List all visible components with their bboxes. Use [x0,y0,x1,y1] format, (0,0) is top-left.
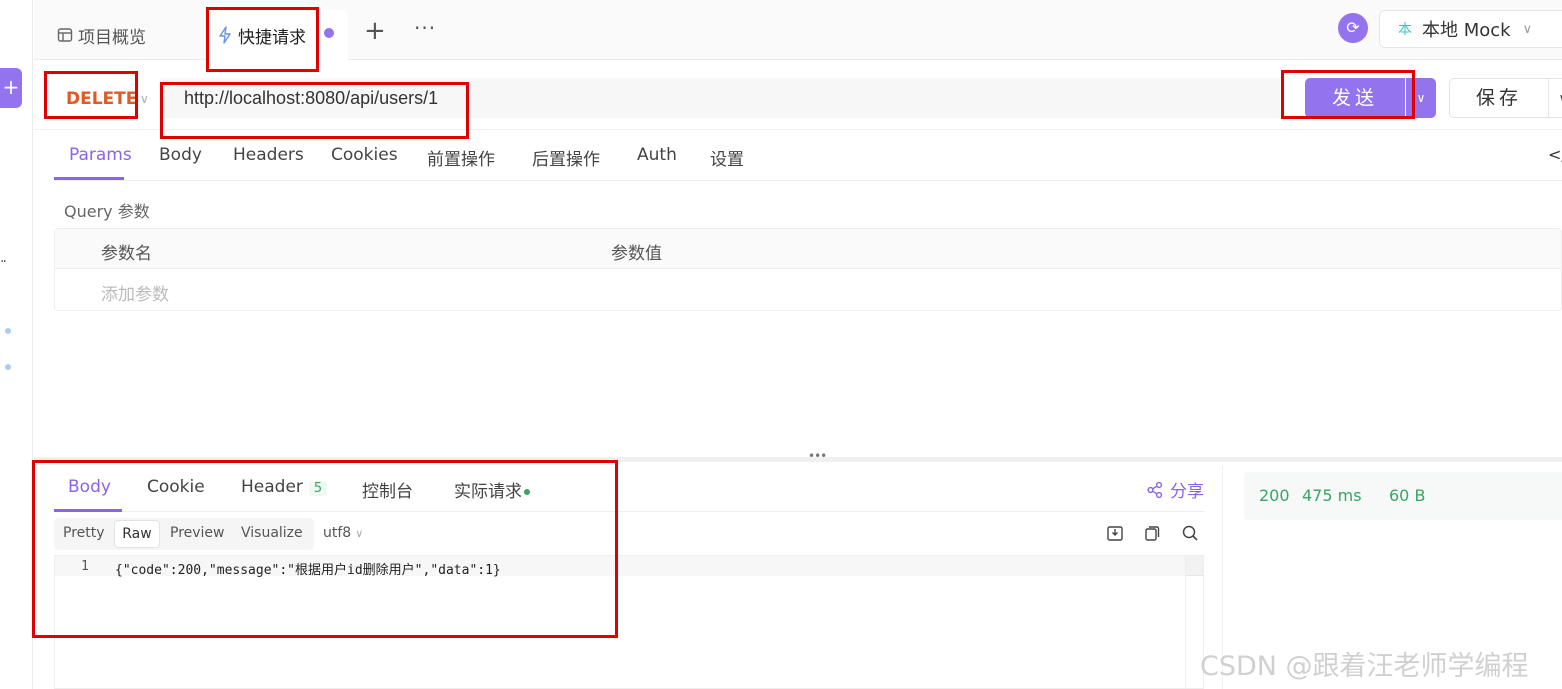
watermark: CSDN @跟着汪老师学编程 [1200,651,1529,682]
layout-icon [56,26,74,44]
env-badge: 本 [1398,22,1412,38]
save-button[interactable]: 保存 [1449,78,1549,118]
rail-add-icon[interactable]: + [0,68,22,108]
tab-body[interactable]: Body [159,145,202,165]
column-header-value: 参数值 [611,244,662,264]
share-label: 分享 [1170,482,1204,502]
rail-ellipsis-icon[interactable]: .. [0,250,7,266]
tab-auth[interactable]: Auth [637,145,677,165]
tab-pre-processors[interactable]: 前置操作 [427,145,495,170]
tab-label: 项目概览 [78,27,146,48]
query-params-title: Query 参数 [64,202,150,221]
response-time: 475 ms [1302,486,1362,505]
code-view-icon[interactable]: </ [1548,145,1562,164]
share-button[interactable]: 分享 [1146,477,1204,502]
tab-params[interactable]: Params [69,145,132,165]
left-rail: + .. [0,0,33,689]
add-param-input[interactable]: 添加参数 [101,280,169,305]
tab-project-overview[interactable]: 项目概览 [56,10,146,60]
status-code: 200 [1259,486,1290,505]
rail-status-dot [5,364,11,370]
annotation-box-url [160,82,469,139]
chevron-down-icon[interactable]: ∨ [140,92,149,106]
save-options-chevron-icon[interactable]: ∨ [1548,78,1562,118]
share-icon [1147,481,1163,498]
environment-select[interactable]: 本 本地 Mock ∨ [1379,10,1562,48]
active-tab-indicator [54,177,124,180]
app-window: + .. 项目概览 快捷请求 + ··· ⟳ 本 本地 Mock ∨ ≡ [0,0,1562,689]
table-header: 参数名 参数值 [55,229,1561,269]
search-icon[interactable] [1181,524,1199,542]
sync-icon[interactable]: ⟳ [1338,13,1368,43]
tab-cookies[interactable]: Cookies [331,145,398,165]
download-icon[interactable] [1106,524,1124,542]
annotation-box-send [1281,70,1415,119]
response-status-card: 200 475 ms 60 B [1244,472,1562,520]
annotation-box-response [32,460,618,638]
column-header-name: 参数名 [101,244,152,264]
unsaved-dot [324,28,334,38]
tab-post-processors[interactable]: 后置操作 [532,145,600,170]
new-tab-button[interactable]: + [364,16,386,46]
rail-status-dot [5,328,11,334]
scrollbar-thumb[interactable] [1186,556,1203,576]
tab-settings[interactable]: 设置 [710,145,744,170]
tab-headers[interactable]: Headers [233,145,304,165]
copy-icon[interactable] [1143,524,1161,542]
drag-handle-icon[interactable]: ••• [808,449,827,463]
annotation-box-quick-request [206,7,319,72]
response-size: 60 B [1389,486,1426,505]
query-params-table: 参数名 参数值 添加参数 [54,228,1562,311]
annotation-box-method [44,71,138,119]
chevron-down-icon: ∨ [1522,21,1533,37]
env-name: 本地 Mock [1422,20,1511,41]
request-tabs: Params Body Headers Cookies 前置操作 后置操作 Au… [54,133,1562,181]
more-tabs-button[interactable]: ··· [414,16,436,40]
